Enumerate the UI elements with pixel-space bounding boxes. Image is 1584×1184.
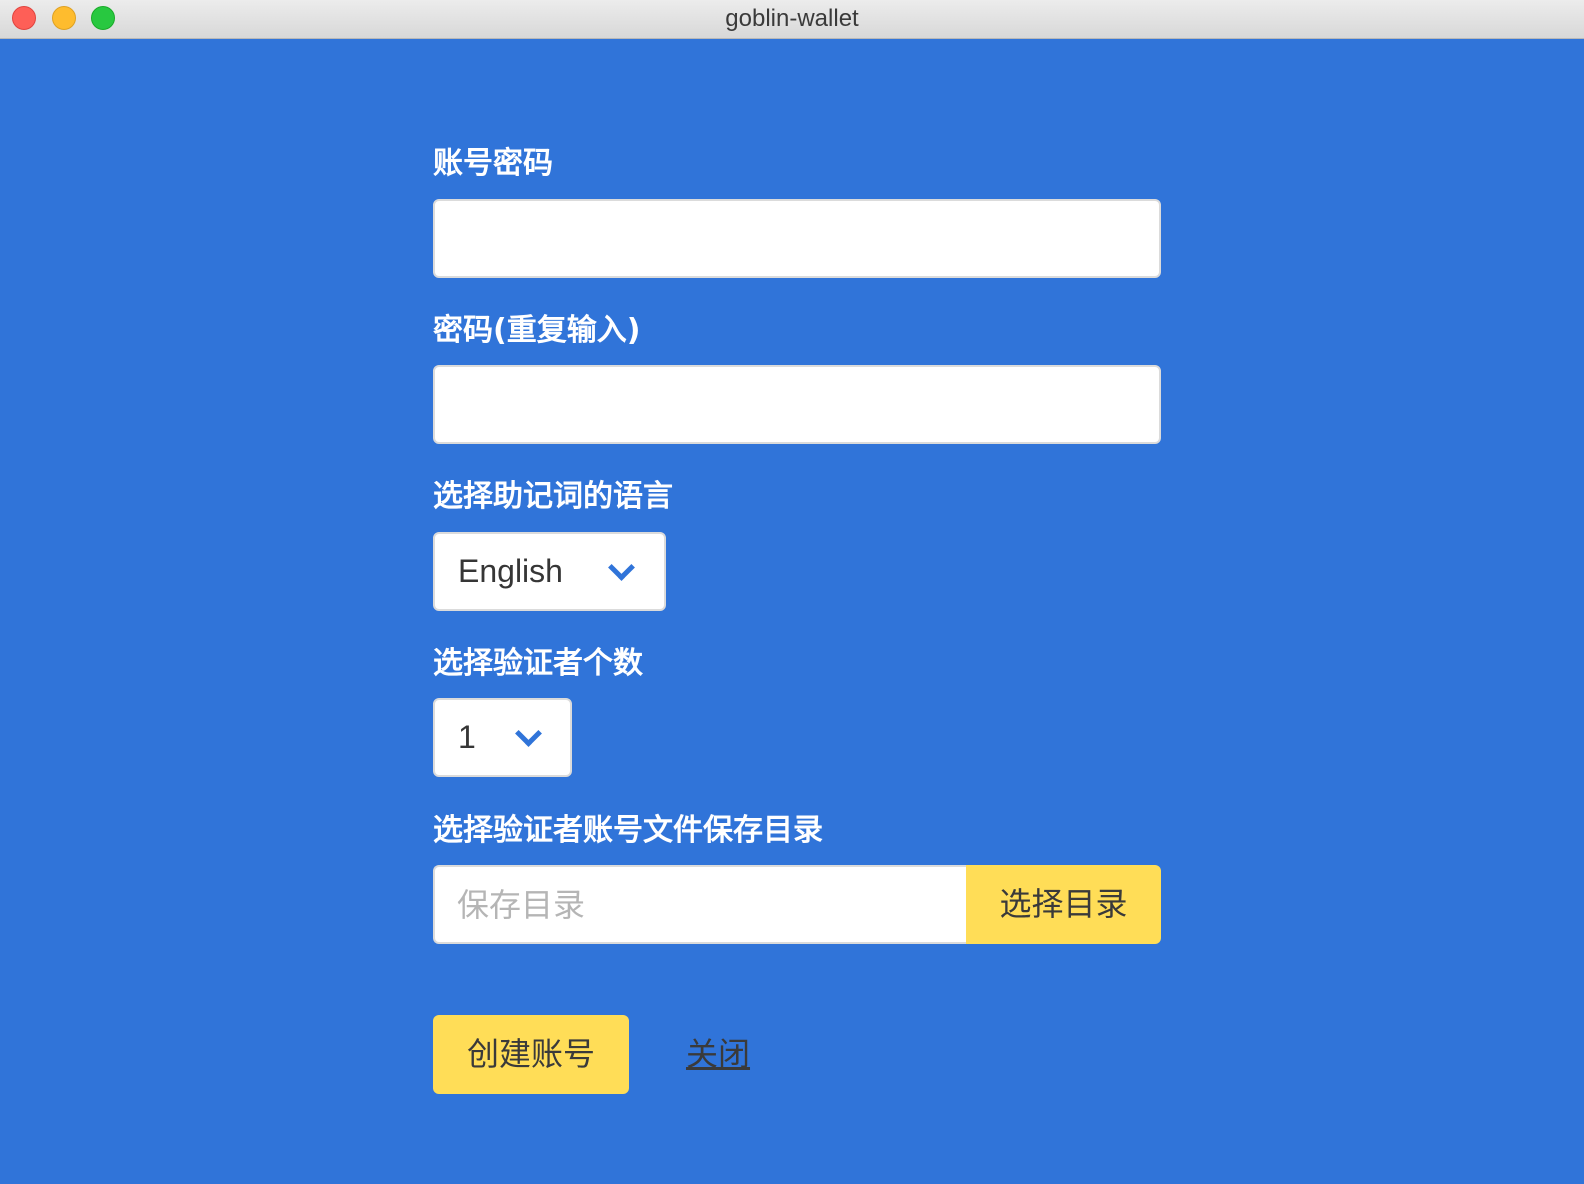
- password-label: 账号密码: [433, 146, 553, 181]
- close-link[interactable]: 关闭: [686, 1015, 750, 1094]
- app-window: goblin-wallet 账号密码 密码(重复输入) 选择助记词的语言 Eng…: [0, 0, 1584, 1184]
- validator-count-select[interactable]: 1: [433, 698, 572, 777]
- save-directory-input[interactable]: [433, 865, 966, 944]
- mnemonic-language-select[interactable]: English: [433, 532, 666, 611]
- title-bar: goblin-wallet: [0, 0, 1584, 39]
- mnemonic-language-label: 选择助记词的语言: [433, 479, 673, 514]
- validator-count-value: 1: [458, 719, 476, 755]
- chevron-down-icon: [515, 720, 542, 747]
- chevron-down-icon: [608, 554, 635, 581]
- save-directory-label: 选择验证者账号文件保存目录: [433, 813, 823, 848]
- create-account-button[interactable]: 创建账号: [433, 1015, 629, 1094]
- window-title: goblin-wallet: [725, 5, 859, 32]
- password-repeat-input[interactable]: [433, 365, 1161, 444]
- password-input[interactable]: [433, 199, 1161, 278]
- save-directory-group: 选择目录: [433, 865, 1161, 944]
- password-repeat-label: 密码(重复输入): [433, 313, 641, 348]
- choose-directory-button[interactable]: 选择目录: [966, 865, 1161, 944]
- mnemonic-language-value: English: [458, 553, 563, 589]
- validator-count-label: 选择验证者个数: [433, 646, 643, 681]
